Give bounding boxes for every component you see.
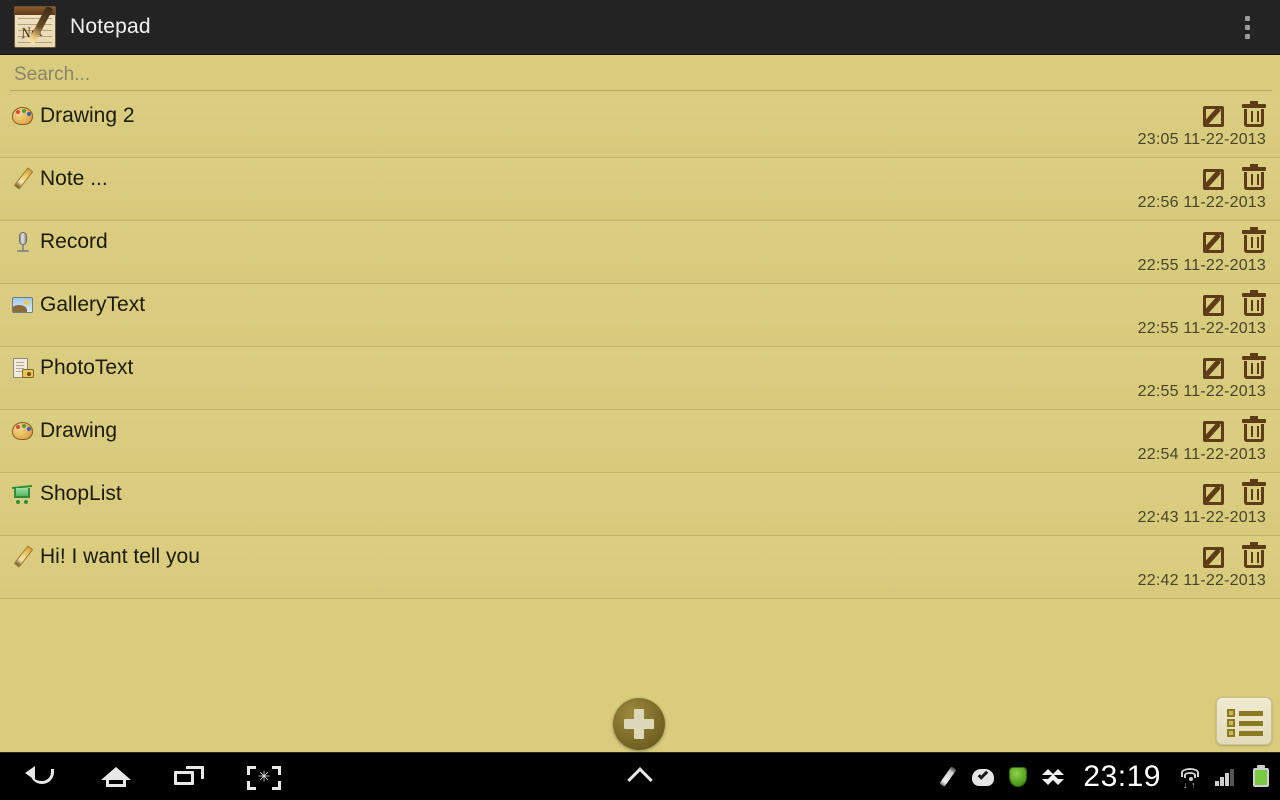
note-list-item[interactable]: Note ... 22:56 11-22-2013 xyxy=(0,158,1280,221)
note-actions xyxy=(1203,290,1266,317)
delete-note-icon[interactable] xyxy=(1242,164,1266,191)
note-title: Drawing xyxy=(40,419,118,442)
nav-buttons: ✳ xyxy=(0,753,284,800)
note-list-item[interactable]: Hi! I want tell you 22:42 11-22-2013 xyxy=(0,536,1280,599)
edit-note-icon[interactable] xyxy=(1203,166,1228,191)
edit-note-icon[interactable] xyxy=(1203,229,1228,254)
note-timestamp: 22:43 11-22-2013 xyxy=(1137,509,1266,526)
edit-note-icon[interactable] xyxy=(1203,481,1228,506)
recent-apps-icon[interactable] xyxy=(170,761,210,793)
note-timestamp: 22:56 11-22-2013 xyxy=(1137,194,1266,211)
note-timestamp: 22:55 11-22-2013 xyxy=(1137,257,1266,274)
notepad-pen-icon: Not xyxy=(14,6,56,48)
gallery-icon xyxy=(12,294,34,316)
palette-icon xyxy=(12,105,34,127)
delete-note-icon[interactable] xyxy=(1242,101,1266,128)
note-timestamp: 22:55 11-22-2013 xyxy=(1137,383,1266,400)
photo-icon xyxy=(12,357,34,379)
note-list-item[interactable]: GalleryText 22:55 11-22-2013 xyxy=(0,284,1280,347)
note-actions xyxy=(1203,416,1266,443)
note-title: Note ... xyxy=(40,167,108,190)
dropbox-icon xyxy=(1042,766,1065,788)
note-actions xyxy=(1203,164,1266,191)
note-title: PhotoText xyxy=(40,356,134,379)
wifi-icon: ↓ ↑ xyxy=(1180,766,1202,790)
edit-note-icon[interactable] xyxy=(1203,292,1228,317)
delete-note-icon[interactable] xyxy=(1242,416,1266,443)
delete-note-icon[interactable] xyxy=(1242,542,1266,569)
pencil-notification-icon xyxy=(937,766,959,788)
mic-icon xyxy=(12,231,34,253)
note-list: Drawing 2 23:05 11-22-2013 Note ... 22:56 1… xyxy=(0,95,1280,665)
note-list-item[interactable]: ShopList 22:43 11-22-2013 xyxy=(0,473,1280,536)
note-timestamp: 22:42 11-22-2013 xyxy=(1137,572,1266,589)
delete-note-icon[interactable] xyxy=(1242,479,1266,506)
home-icon[interactable] xyxy=(96,761,136,793)
note-list-item[interactable]: Record 22:55 11-22-2013 xyxy=(0,221,1280,284)
note-list-item[interactable]: Drawing 22:54 11-22-2013 xyxy=(0,410,1280,473)
notepad-app-screen: Not Notepad Drawing 2 23:05 11-22-2013 Not… xyxy=(0,0,1280,800)
note-actions xyxy=(1203,353,1266,380)
cart-icon xyxy=(11,483,34,505)
note-title: GalleryText xyxy=(40,293,146,316)
list-view-button[interactable] xyxy=(1216,697,1272,745)
note-actions xyxy=(1203,542,1266,569)
note-timestamp: 23:05 11-22-2013 xyxy=(1137,131,1266,148)
note-list-item[interactable]: PhotoText 22:55 11-22-2013 xyxy=(0,347,1280,410)
delete-note-icon[interactable] xyxy=(1242,353,1266,380)
search-bar xyxy=(0,55,1280,95)
cloud-check-icon xyxy=(972,766,995,788)
note-title: ShopList xyxy=(40,482,122,505)
battery-icon xyxy=(1250,765,1272,788)
app-title-bar: Not Notepad xyxy=(0,0,1280,55)
pencil-icon xyxy=(12,545,34,568)
search-input[interactable] xyxy=(10,59,1272,91)
system-navigation-bar: ✳ 23:19 ↓ ↑ xyxy=(0,752,1280,800)
note-title: Record xyxy=(40,230,108,253)
palette-icon xyxy=(12,420,34,442)
overflow-menu-icon[interactable] xyxy=(1234,11,1260,43)
note-actions xyxy=(1203,227,1266,254)
note-timestamp: 22:55 11-22-2013 xyxy=(1137,320,1266,337)
expand-up-icon[interactable] xyxy=(620,753,660,800)
add-note-button[interactable] xyxy=(613,698,665,750)
edit-note-icon[interactable] xyxy=(1203,418,1228,443)
status-icons: 23:19 ↓ ↑ xyxy=(937,753,1272,800)
screenshot-icon[interactable]: ✳ xyxy=(244,761,284,793)
page-title: Notepad xyxy=(70,15,151,38)
note-timestamp: 22:54 11-22-2013 xyxy=(1137,446,1266,463)
edit-note-icon[interactable] xyxy=(1203,103,1228,128)
signal-icon xyxy=(1215,766,1237,788)
delete-note-icon[interactable] xyxy=(1242,227,1266,254)
edit-note-icon[interactable] xyxy=(1203,544,1228,569)
delete-note-icon[interactable] xyxy=(1242,290,1266,317)
shield-icon xyxy=(1007,766,1029,788)
edit-note-icon[interactable] xyxy=(1203,355,1228,380)
status-clock: 23:19 xyxy=(1083,760,1161,793)
note-title: Hi! I want tell you xyxy=(40,545,200,568)
note-actions xyxy=(1203,101,1266,128)
back-icon[interactable] xyxy=(22,761,62,793)
note-list-item[interactable]: Drawing 2 23:05 11-22-2013 xyxy=(0,95,1280,158)
pencil-icon xyxy=(12,167,34,190)
note-actions xyxy=(1203,479,1266,506)
note-title: Drawing 2 xyxy=(40,104,135,127)
